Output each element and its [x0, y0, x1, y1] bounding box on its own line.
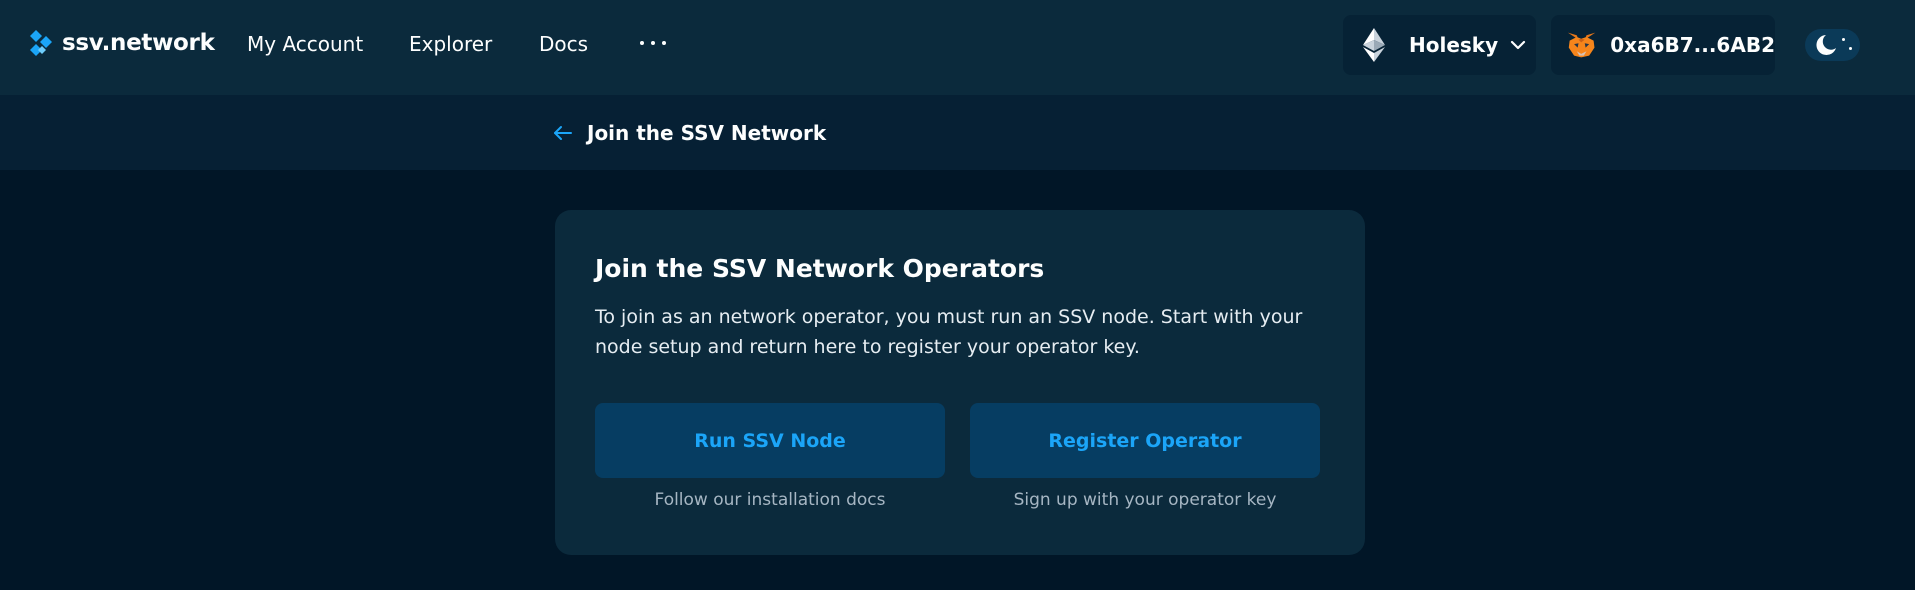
star-icon [1842, 38, 1845, 41]
nav-my-account[interactable]: My Account [247, 32, 363, 56]
card-description: To join as an network operator, you must… [595, 306, 1303, 358]
run-ssv-node-button[interactable]: Run SSV Node [595, 403, 945, 478]
network-name: Holesky [1409, 33, 1499, 57]
star-icon [1849, 47, 1852, 50]
card-title: Join the SSV Network Operators [595, 254, 1045, 283]
back-link[interactable]: Join the SSV Network [553, 120, 826, 146]
join-operators-card: Join the SSV Network Operators To join a… [555, 210, 1365, 555]
nav-explorer[interactable]: Explorer [409, 32, 492, 56]
brand-name: ssv.network [62, 30, 215, 56]
moon-icon [1816, 35, 1836, 55]
ssv-logo[interactable]: ssv.network [28, 25, 215, 61]
wallet-account-button[interactable]: 0xa6B7...6AB2 [1551, 15, 1775, 75]
ethereum-icon [1363, 28, 1385, 62]
more-menu-button[interactable] [640, 28, 666, 58]
metamask-fox-icon [1567, 32, 1596, 58]
register-operator-hint: Sign up with your operator key [1013, 490, 1277, 510]
wallet-address: 0xa6B7...6AB2 [1610, 33, 1775, 57]
top-navigation-bar: ssv.network My Account Explorer Docs Hol… [0, 0, 1915, 95]
arrow-left-icon [554, 126, 572, 140]
page-title: Join the SSV Network [587, 121, 827, 145]
nav-docs[interactable]: Docs [539, 32, 588, 56]
ssv-logo-icon [30, 30, 52, 56]
theme-toggle[interactable] [1805, 29, 1860, 61]
page-subheader [0, 95, 1915, 170]
run-ssv-node-hint: Follow our installation docs [654, 490, 886, 510]
register-operator-button[interactable]: Register Operator [970, 403, 1320, 478]
ellipsis-icon [640, 41, 644, 45]
chevron-down-icon [1511, 40, 1526, 50]
network-selector[interactable]: Holesky [1343, 15, 1536, 75]
